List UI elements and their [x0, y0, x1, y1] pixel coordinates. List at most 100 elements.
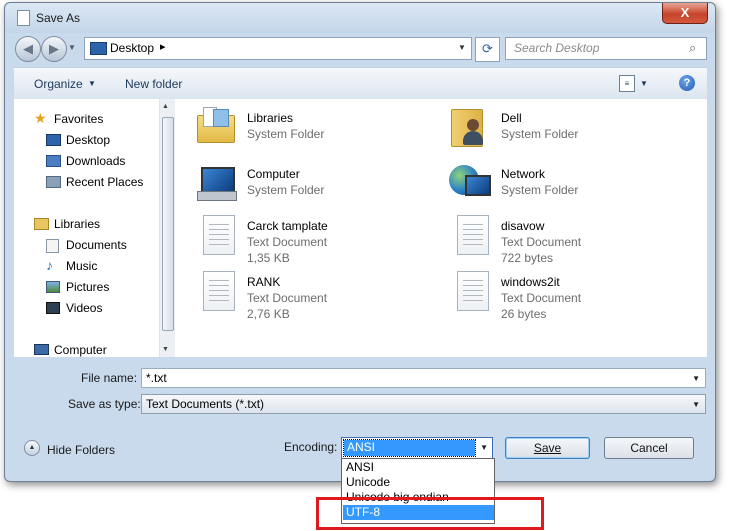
documents-icon	[46, 239, 59, 253]
organize-dropdown-icon[interactable]: ▼	[88, 79, 96, 88]
nav-item-label: Music	[66, 259, 98, 273]
libraries-icon	[34, 218, 49, 230]
save-as-type-value: Text Documents (*.txt)	[146, 397, 265, 411]
scroll-up-icon[interactable]: ▲	[162, 103, 169, 110]
file-item-dell[interactable]: Dell System Folder	[447, 105, 687, 155]
file-name: windows2it	[501, 275, 560, 289]
file-name-label: File name:	[81, 371, 138, 385]
new-folder-button[interactable]: New folder	[125, 77, 182, 91]
dialog-title: Save As	[36, 11, 81, 25]
recent-places-icon	[46, 176, 61, 188]
desktop-icon	[46, 134, 61, 146]
text-document-icon	[193, 269, 237, 313]
view-dropdown-icon[interactable]: ▼	[640, 79, 648, 88]
address-location[interactable]: Desktop	[110, 41, 154, 55]
file-name: RANK	[247, 275, 281, 289]
text-document-icon	[447, 269, 491, 313]
change-view-icon[interactable]: ≡	[619, 75, 635, 92]
text-document-icon	[193, 213, 237, 257]
computer-icon	[34, 344, 49, 355]
encoding-dropdown-icon[interactable]: ▼	[480, 443, 488, 452]
file-list: Libraries System Folder Dell System Fold…	[175, 99, 707, 357]
encoding-option-ansi[interactable]: ANSI	[343, 460, 494, 475]
desktop-icon	[90, 42, 107, 55]
hide-folders-icon[interactable]: ▲	[24, 440, 40, 456]
scrollbar-thumb[interactable]	[162, 117, 174, 331]
save-as-dialog: Save As X ◀ ▶ ▼ Desktop ▸ ▼ ⟳ Search Des…	[4, 2, 716, 482]
music-icon: ♪	[46, 257, 53, 273]
help-button[interactable]: ?	[679, 75, 695, 91]
file-name-dropdown-icon[interactable]: ▼	[692, 374, 700, 383]
file-name: Libraries	[247, 111, 294, 125]
nav-item-label: Libraries	[54, 217, 101, 231]
notepad-icon	[17, 10, 30, 26]
title-bar[interactable]: Save As X	[5, 3, 715, 33]
search-input[interactable]: Search Desktop ⌕	[505, 37, 707, 60]
save-button[interactable]: Save	[505, 437, 590, 459]
pictures-icon	[46, 281, 60, 293]
file-size: 2,76 KB	[247, 307, 290, 321]
file-name: Computer	[247, 167, 300, 181]
file-name: Carck tamplate	[247, 219, 328, 233]
file-name: disavow	[501, 219, 545, 233]
refresh-button[interactable]: ⟳	[475, 37, 500, 62]
file-size: 26 bytes	[501, 307, 547, 321]
close-button[interactable]: X	[662, 3, 708, 24]
save-as-type-dropdown-icon[interactable]: ▼	[692, 400, 700, 409]
nav-item-label: Pictures	[66, 280, 110, 294]
save-as-type-label: Save as type:	[68, 397, 141, 411]
videos-icon	[46, 302, 60, 314]
cancel-button[interactable]: Cancel	[604, 437, 694, 459]
navigation-pane: ★ Favorites Desktop Downloads Recent Pla…	[14, 99, 160, 357]
encoding-option-unicode[interactable]: Unicode	[343, 475, 494, 490]
file-name-input[interactable]: *.txt ▼	[141, 368, 706, 388]
computer-icon	[193, 161, 237, 205]
file-name-value[interactable]: *.txt	[146, 371, 167, 385]
file-name: Network	[501, 167, 546, 181]
forward-button[interactable]: ▶	[41, 36, 67, 62]
downloads-icon	[46, 155, 61, 167]
file-item-disavow[interactable]: disavow Text Document 722 bytes	[447, 213, 687, 265]
nav-item-label: Downloads	[66, 154, 126, 168]
file-type: System Folder	[247, 127, 325, 141]
file-type: Text Document	[247, 235, 328, 249]
user-folder-icon	[447, 105, 491, 149]
navigation-scrollbar[interactable]: ▲ ▼	[159, 99, 175, 357]
nav-item-label: Desktop	[66, 133, 111, 147]
file-size: 1,35 KB	[247, 251, 290, 265]
file-item-carck-tamplate[interactable]: Carck tamplate Text Document 1,35 KB	[193, 213, 433, 265]
encoding-select[interactable]: ANSI ▼	[341, 437, 493, 459]
file-type: System Folder	[501, 127, 579, 141]
file-item-windows2it[interactable]: windows2it Text Document 26 bytes	[447, 269, 687, 321]
hide-folders-button[interactable]: Hide Folders	[47, 443, 115, 457]
file-type: Text Document	[501, 235, 582, 249]
highlight-annotation-box	[316, 497, 544, 530]
nav-item-label: Favorites	[54, 112, 104, 126]
search-icon: ⌕	[689, 40, 697, 55]
organize-button[interactable]: Organize	[34, 77, 83, 91]
nav-item-label: Documents	[66, 238, 127, 252]
libraries-folder-icon	[193, 105, 237, 149]
nav-item-label: Recent Places	[66, 175, 144, 189]
scroll-down-icon[interactable]: ▼	[162, 346, 169, 353]
file-item-computer[interactable]: Computer System Folder	[193, 161, 433, 211]
address-bar[interactable]: Desktop ▸ ▼	[84, 37, 472, 60]
file-item-rank[interactable]: RANK Text Document 2,76 KB	[193, 269, 433, 321]
address-dropdown-icon[interactable]: ▼	[458, 43, 466, 52]
file-item-libraries[interactable]: Libraries System Folder	[193, 105, 433, 155]
file-size: 722 bytes	[501, 251, 554, 265]
back-button[interactable]: ◀	[15, 36, 41, 62]
nav-item-label: Videos	[66, 301, 103, 315]
encoding-label: Encoding:	[284, 440, 338, 454]
save-as-type-select[interactable]: Text Documents (*.txt) ▼	[141, 394, 706, 414]
recent-pages-dropdown-icon[interactable]: ▼	[68, 43, 76, 52]
star-icon: ★	[34, 110, 47, 126]
file-name: Dell	[501, 111, 522, 125]
search-placeholder: Search Desktop	[514, 41, 600, 55]
file-type: System Folder	[501, 183, 579, 197]
file-item-network[interactable]: Network System Folder	[447, 161, 687, 211]
network-icon	[447, 161, 491, 205]
nav-item-label: Computer	[54, 343, 107, 357]
file-type: System Folder	[247, 183, 325, 197]
breadcrumb-chevron-icon[interactable]: ▸	[160, 40, 166, 53]
